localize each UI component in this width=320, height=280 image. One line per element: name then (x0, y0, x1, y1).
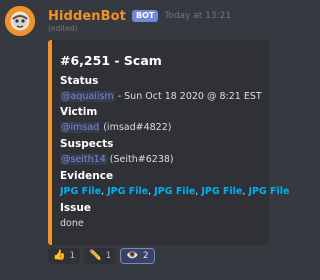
field-evidence: Evidence JPG File, JPG File, JPG File, J… (60, 170, 290, 199)
avatar-image (5, 6, 35, 36)
suspects-text: (Seith#6238) (106, 154, 174, 165)
reaction-count: 2 (142, 251, 149, 261)
thumbs-up-icon: 👍 (53, 250, 66, 261)
embed-card: #6,251 - Scam Status @aquaiism - Sun Oct… (48, 40, 290, 245)
evidence-link[interactable]: JPG File (154, 186, 195, 197)
username[interactable]: HiddenBot (48, 9, 126, 24)
reaction-eye[interactable]: 👁️ 2 (120, 248, 155, 264)
victim-text: (imsad#4822) (100, 122, 172, 133)
chat-message: HiddenBot BOT Today at 13:21 (edited) #6… (0, 0, 290, 280)
user-mention[interactable]: @seith14 (60, 154, 107, 165)
edited-label: (edited) (48, 24, 78, 33)
field-name: Victim (60, 106, 98, 118)
reaction-bar: 👍 1 ✏️ 1 👁️ 2 (48, 248, 155, 264)
bot-avatar[interactable] (5, 6, 35, 36)
user-mention[interactable]: @aquaiism (60, 91, 115, 102)
message-header: HiddenBot BOT Today at 13:21 (48, 7, 231, 25)
field-victim: Victim @imsad (imsad#4822) (60, 106, 171, 135)
timestamp: Today at 13:21 (164, 11, 232, 21)
field-suspects: Suspects @seith14 (Seith#6238) (60, 138, 174, 167)
status-text: - Sun Oct 18 2020 @ 8:21 EST (114, 91, 262, 102)
field-issue: Issue done (60, 202, 91, 231)
pencil-icon: ✏️ (89, 250, 102, 261)
eye-icon: 👁️ (126, 250, 139, 261)
evidence-link[interactable]: JPG File (60, 186, 101, 197)
field-value: done (60, 218, 84, 229)
field-name: Evidence (60, 170, 114, 182)
evidence-link[interactable]: JPG File (201, 186, 242, 197)
field-value: JPG File, JPG File, JPG File, JPG File, … (60, 185, 290, 199)
evidence-link[interactable]: JPG File (107, 186, 148, 197)
bot-tag: BOT (131, 10, 159, 22)
reaction-count: 1 (105, 251, 112, 261)
field-value: @aquaiism - Sun Oct 18 2020 @ 8:21 EST (60, 90, 262, 104)
reaction-count: 1 (69, 251, 76, 261)
user-mention[interactable]: @imsad (60, 122, 101, 133)
field-name: Status (60, 75, 99, 87)
embed-title: #6,251 - Scam (60, 53, 162, 68)
field-value: @seith14 (Seith#6238) (60, 153, 174, 167)
evidence-link[interactable]: JPG File (248, 186, 289, 197)
field-status: Status @aquaiism - Sun Oct 18 2020 @ 8:2… (60, 75, 262, 104)
reaction-thumbs-up[interactable]: 👍 1 (48, 248, 81, 264)
reaction-pencil[interactable]: ✏️ 1 (84, 248, 117, 264)
field-name: Issue (60, 202, 92, 214)
field-value: @imsad (imsad#4822) (60, 121, 171, 135)
field-name: Suspects (60, 138, 114, 150)
